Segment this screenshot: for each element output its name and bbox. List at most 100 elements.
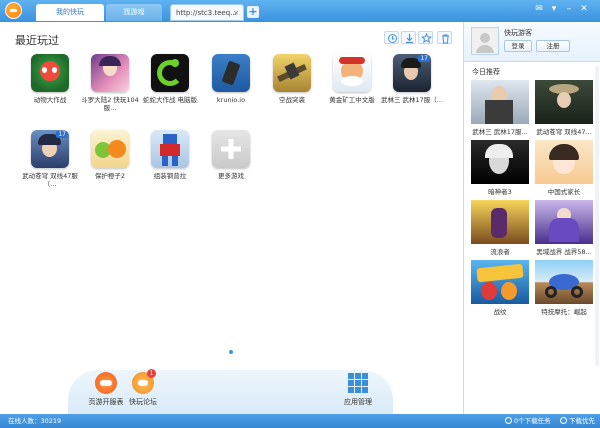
dock-label: 应用管理: [344, 398, 372, 406]
favorite-button[interactable]: [418, 31, 433, 44]
delete-button[interactable]: [437, 31, 452, 44]
login-button[interactable]: 登录: [504, 40, 532, 52]
recommend-item[interactable]: 流浪者: [471, 200, 529, 256]
game-item[interactable]: 组装钢普拉: [138, 130, 202, 180]
page-title: 最近玩过: [15, 34, 59, 47]
download-task-icon: [505, 417, 512, 424]
recommend-label: 武林三 武林17服...: [472, 128, 528, 136]
tab-label: 找游戏: [123, 8, 145, 16]
game-item[interactable]: 蛇蛇大作战 电脑版: [138, 54, 202, 104]
game-label: 空战突袭: [279, 96, 305, 104]
recommend-image: [471, 260, 529, 304]
status-bar: 在线人数：30219 0个下载任务 下载优先: [0, 414, 600, 428]
dock-app-manager[interactable]: 应用管理: [338, 372, 378, 407]
online-count: 在线人数：30219: [8, 417, 62, 425]
game-item[interactable]: 动物大作战: [18, 54, 82, 104]
gamepad-icon: [95, 372, 117, 394]
dock-forum[interactable]: 1 快玩论坛: [123, 369, 163, 407]
game-label: 动物大作战: [33, 96, 67, 104]
download-icon: [406, 34, 413, 44]
trash-icon: [442, 34, 449, 44]
recommend-label: 武动苍穹 双线47...: [536, 128, 592, 136]
game-label: 武动苍穹 双线47服（...: [22, 172, 78, 188]
recommend-label: 战纹: [493, 308, 507, 316]
tab-label: 我的快玩: [56, 8, 84, 16]
recommend-label: 流浪者: [490, 248, 510, 256]
user-area: 快玩游客 登录 注册: [464, 22, 600, 62]
game-thumbnail: 17: [31, 130, 69, 168]
download-tasks-label: 0个下载任务: [514, 417, 551, 425]
right-panel: 快玩游客 登录 注册 今日推荐 武林三 武林17服... 武动苍穹 双线47..…: [463, 22, 600, 414]
recommend-image: [471, 140, 529, 184]
download-button[interactable]: [401, 31, 416, 44]
game-label: 蛇蛇大作战 电脑版: [142, 96, 198, 104]
clock-icon: [388, 34, 397, 43]
dock-server-list[interactable]: 页游开服表: [86, 372, 126, 407]
recommend-title: 今日推荐: [472, 68, 500, 76]
game-item[interactable]: 17 武动苍穹 双线47服（...: [18, 130, 82, 188]
recommend-label: 暗神者3: [488, 188, 512, 196]
recommend-label: 中国式家长: [547, 188, 581, 196]
user-icon: [476, 33, 494, 53]
close-tab-icon[interactable]: ×: [233, 5, 239, 21]
recommend-image: [471, 80, 529, 124]
tab-my-games[interactable]: 我的快玩: [36, 4, 104, 21]
download-priority-label: 下载优先: [569, 417, 595, 425]
game-label: 组装钢普拉: [153, 172, 187, 180]
avatar[interactable]: [471, 27, 499, 55]
recommend-item[interactable]: 特技摩托：崛起: [535, 260, 593, 316]
download-priority[interactable]: 下载优先: [560, 414, 595, 428]
game-thumbnail: [212, 130, 250, 168]
game-item[interactable]: 斗罗大陆2 快玩104服...: [78, 54, 142, 112]
recommend-image: [535, 200, 593, 244]
page-indicator[interactable]: [229, 350, 233, 354]
tab-url[interactable]: http://stc3.teeq... ×: [170, 4, 244, 21]
game-label: 黄金矿工中文版: [329, 96, 375, 104]
recommend-image: [535, 260, 593, 304]
game-label: 更多游戏: [218, 172, 244, 180]
recommend-image: [535, 140, 593, 184]
game-thumbnail: [91, 54, 129, 92]
add-tab-button[interactable]: +: [247, 6, 259, 18]
plus-icon: [221, 139, 241, 159]
tab-label: http://stc3.teeq...: [176, 9, 237, 17]
download-tasks[interactable]: 0个下载任务: [505, 414, 551, 428]
game-item[interactable]: 空战突袭: [260, 54, 324, 104]
register-button[interactable]: 注册: [536, 40, 570, 52]
app-logo-icon: [5, 2, 22, 19]
recommend-item[interactable]: 黑域战界 战界58...: [535, 200, 593, 256]
game-thumbnail: [333, 54, 371, 92]
notification-badge: 1: [147, 369, 156, 378]
game-label: 保护橙子2: [94, 172, 126, 180]
grid-icon: [347, 372, 369, 394]
main-panel: 最近玩过 动物大作战 斗罗大陆2 快玩104服... 蛇蛇大作战 电脑版 kru…: [0, 22, 463, 414]
star-icon: [421, 33, 432, 44]
minimize-icon[interactable]: –: [563, 4, 575, 15]
game-label: 武林三 武林17服（...: [380, 96, 444, 104]
game-item[interactable]: krunio.io: [199, 54, 263, 104]
title-bar: 我的快玩 找游戏 http://stc3.teeq... × + ✉ ▾ – ✕: [0, 0, 600, 22]
tab-find-games[interactable]: 找游戏: [106, 4, 162, 21]
recommend-item[interactable]: 战纹: [471, 260, 529, 316]
game-thumbnail: [151, 130, 189, 168]
recommend-item[interactable]: 暗神者3: [471, 140, 529, 196]
recommend-item[interactable]: 中国式家长: [535, 140, 593, 196]
game-item[interactable]: 17 武林三 武林17服（...: [380, 54, 444, 104]
dock-label: 页游开服表: [88, 398, 124, 406]
recommend-label: 特技摩托：崛起: [541, 308, 587, 316]
game-item[interactable]: 保护橙子2: [78, 130, 142, 180]
user-name: 快玩游客: [504, 29, 532, 37]
recommend-item[interactable]: 武动苍穹 双线47...: [535, 80, 593, 136]
dock-label: 快玩论坛: [129, 398, 157, 406]
recommend-item[interactable]: 武林三 武林17服...: [471, 80, 529, 136]
game-thumbnail: [151, 54, 189, 92]
more-games-button[interactable]: 更多游戏: [199, 130, 263, 180]
forum-icon: 1: [132, 369, 156, 394]
server-badge: 17: [418, 55, 430, 62]
game-item[interactable]: 黄金矿工中文版: [320, 54, 384, 104]
close-window-icon[interactable]: ✕: [578, 4, 590, 15]
skin-icon[interactable]: ✉: [533, 4, 545, 15]
menu-icon[interactable]: ▾: [548, 4, 560, 15]
history-button[interactable]: [384, 31, 399, 44]
scrollbar[interactable]: [595, 66, 599, 366]
